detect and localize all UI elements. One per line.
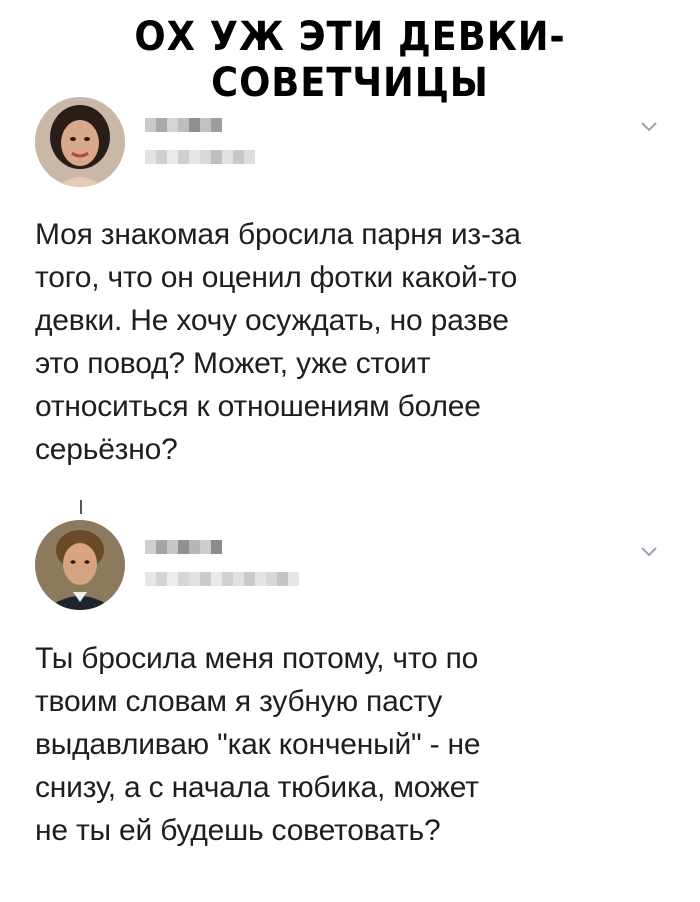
chevron-down-icon[interactable] (638, 115, 660, 137)
blurred-handle (145, 150, 255, 164)
woman-avatar-icon (35, 97, 125, 187)
man-avatar-icon (35, 520, 125, 610)
chevron-down-icon[interactable] (638, 540, 660, 562)
blurred-handle (145, 572, 299, 586)
blurred-username (145, 118, 222, 132)
tweet-text: Ты бросила меня потому, что по твоим сло… (35, 642, 481, 847)
blurred-username (145, 540, 222, 554)
page-title: ОХ УЖ ЭТИ ДЕВКИ-СОВЕТЧИЦЫ (134, 14, 566, 106)
avatar[interactable] (35, 520, 125, 610)
avatar[interactable] (35, 97, 125, 187)
tweet-text: Моя знакомая бросила парня из-за того, ч… (35, 218, 521, 466)
thread-connector (80, 500, 82, 514)
